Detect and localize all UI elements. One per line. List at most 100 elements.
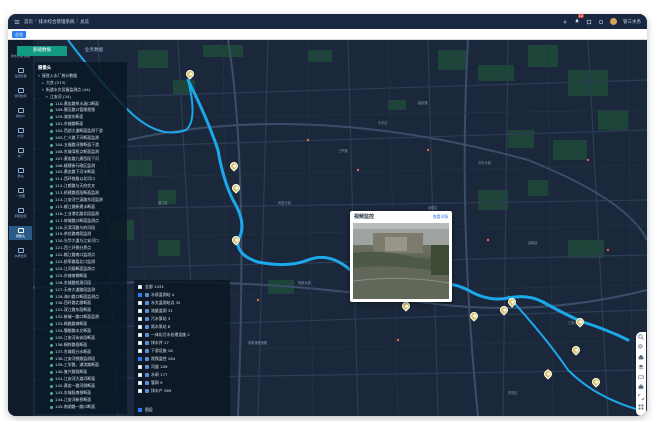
tree-item[interactable]: 103-仁义路下河断面监测 bbox=[35, 135, 127, 142]
tree-item[interactable]: 126-东城路检测河段 bbox=[35, 280, 127, 287]
refresh-icon[interactable] bbox=[598, 19, 604, 25]
breadcrumb-system[interactable]: 排水综合管理系统 bbox=[39, 19, 75, 25]
tree-item[interactable]: 132-新城一路口断面监测 bbox=[35, 314, 127, 321]
tree-item[interactable]: 118-天湾河路与府河段 bbox=[35, 225, 127, 232]
tree-item[interactable]: 124-江河段断面监测点 bbox=[35, 266, 127, 273]
tree-item[interactable]: 101-东城路断面 bbox=[35, 121, 127, 128]
sidebar-item-facility[interactable]: 设施管理 bbox=[9, 66, 32, 80]
tree-item[interactable]: 135-江安河永安段断面 bbox=[35, 335, 127, 342]
tree-item[interactable]: 137-东城段分水断面 bbox=[35, 349, 127, 356]
legend-checkbox[interactable] bbox=[138, 317, 142, 321]
legend-footer[interactable]: 图层 bbox=[138, 407, 153, 413]
fullscreen-map-button[interactable] bbox=[636, 392, 646, 402]
zoom-out-button[interactable] bbox=[636, 342, 646, 352]
print-button[interactable] bbox=[636, 382, 646, 392]
legend-checkbox[interactable] bbox=[138, 301, 142, 305]
zoom-in-button[interactable] bbox=[636, 332, 646, 342]
legend-item[interactable]: 排水户 369 bbox=[138, 387, 226, 395]
sidebar-item-monitoring[interactable]: 管网监测 bbox=[9, 86, 32, 100]
legend-item[interactable]: 河道 109 bbox=[138, 363, 226, 371]
tree-item[interactable]: 120-光华大道与江安河口 bbox=[35, 238, 127, 245]
home-button[interactable] bbox=[636, 352, 646, 362]
tree-item[interactable]: 107-黄忠路九建西段下河 bbox=[35, 156, 127, 163]
tree-item[interactable]: 104-五福路河侧断面下游 bbox=[35, 142, 127, 149]
tree-item[interactable]: 134-蜀都路水文断面 bbox=[35, 328, 127, 335]
legend-item[interactable]: 流量监测 31 bbox=[138, 307, 226, 315]
tree-item[interactable]: 139-工学路、湖滨路断面 bbox=[35, 362, 127, 369]
legend-item[interactable]: 水文监测站点 32 bbox=[138, 299, 226, 307]
sidebar-item-video[interactable]: 视频监控 bbox=[9, 206, 32, 220]
legend-item[interactable]: 雨水泵站 8 bbox=[138, 323, 226, 331]
tree-item[interactable]: ▾ 江安河 (34) bbox=[35, 94, 127, 101]
tree-item[interactable]: 109-蜀汉路口管理视频 bbox=[35, 107, 127, 114]
tree-item[interactable]: 138-江安河铁路监测段 bbox=[35, 356, 127, 363]
tree-item[interactable]: 123-桥亭路段北口监测 bbox=[35, 259, 127, 266]
tree-item[interactable]: 116-工业港北路北段监测 bbox=[35, 211, 127, 218]
tree-item[interactable]: 145-南湖路一路口断面 bbox=[35, 404, 127, 411]
legend-checkbox[interactable] bbox=[138, 341, 142, 345]
legend-item[interactable]: 排水井 17 bbox=[138, 339, 226, 347]
legend-item[interactable]: 水闸 177 bbox=[138, 371, 226, 379]
tree-item[interactable]: ▾ 街道水文设备监测点 (44) bbox=[35, 87, 127, 94]
legend-item[interactable]: 一体化污水处理设施 2 bbox=[138, 331, 226, 339]
tree-item[interactable]: 119-茶花路南段监测 bbox=[35, 231, 127, 238]
legend-checkbox[interactable] bbox=[138, 357, 142, 361]
tree-item[interactable]: 112-江都路与天府交叉 bbox=[35, 183, 127, 190]
popup-details-link[interactable]: 查看详情 bbox=[433, 214, 448, 220]
legend-checkbox[interactable] bbox=[138, 293, 142, 297]
tree-item[interactable]: 130-西环路北侧断面 bbox=[35, 300, 127, 307]
tree-item[interactable]: 128-海川路口断面监测点 bbox=[35, 294, 127, 301]
legend-checkbox[interactable] bbox=[138, 309, 142, 313]
legend-item[interactable]: 管网 9 bbox=[138, 379, 226, 387]
tree-item[interactable]: 141-江安河大渡河断面 bbox=[35, 376, 127, 383]
tree-item[interactable]: 117-府城路口断面监测点 bbox=[35, 218, 127, 225]
menu-icon[interactable] bbox=[14, 19, 20, 25]
expand-icon[interactable] bbox=[562, 19, 568, 25]
tree-item[interactable]: 114-江安河兰溪路东段监测 bbox=[35, 197, 127, 204]
legend-checkbox[interactable] bbox=[138, 373, 142, 377]
breadcrumb-home[interactable]: 首页 bbox=[24, 19, 33, 25]
tree-item[interactable]: ▸ 大良 (573) bbox=[35, 80, 127, 87]
tree-item[interactable]: ▾ 接驳入水厂统计数据 bbox=[35, 73, 127, 80]
legend-checkbox[interactable] bbox=[138, 381, 142, 385]
legend-checkbox[interactable] bbox=[138, 325, 142, 329]
measure-button[interactable] bbox=[636, 372, 646, 382]
sidebar-item-camera[interactable]: 摄像头 bbox=[9, 226, 32, 240]
tab-overview[interactable]: 总览 bbox=[12, 30, 26, 38]
legend-checkbox[interactable] bbox=[138, 285, 142, 289]
sidebar-item-water-quality[interactable]: 水质监测 bbox=[9, 246, 32, 260]
tree-item[interactable]: 108-东城湾桥点断面监测 bbox=[35, 149, 127, 156]
notification-button[interactable]: 12 bbox=[574, 14, 584, 26]
tree-item[interactable]: 129-湖滨东断面 bbox=[35, 114, 127, 121]
tree-item[interactable]: 142-黄忠一路河侧断面 bbox=[35, 383, 127, 390]
legend-item[interactable]: 下游设施 16 bbox=[138, 347, 226, 355]
sidebar-item-pump[interactable]: 泵站 bbox=[9, 166, 32, 180]
tree-item[interactable]: 115-顺江路新建水断面 bbox=[35, 204, 127, 211]
legend-checkbox[interactable] bbox=[138, 349, 142, 353]
sidebar-item-households[interactable]: 排水户 bbox=[9, 106, 32, 120]
legend-item[interactable]: 视频监控 184 bbox=[138, 355, 226, 363]
legend-checkbox[interactable] bbox=[138, 389, 142, 393]
legend-item[interactable]: 全部 1431 bbox=[138, 283, 226, 291]
tree-item[interactable]: 143-东城段南侧断面 bbox=[35, 390, 127, 397]
tree-item[interactable]: 102-西部大道断面监测下游 bbox=[35, 128, 127, 135]
legend-checkbox[interactable] bbox=[138, 333, 142, 337]
tab-business-data[interactable]: 业务数据 bbox=[69, 46, 119, 56]
sidebar-item-map[interactable]: 一张图 bbox=[9, 186, 32, 200]
layers-button[interactable] bbox=[636, 362, 646, 372]
tree-item[interactable]: 144-江安河新桥断面 bbox=[35, 397, 127, 404]
tree-item[interactable]: 125-东城南侧断面 bbox=[35, 273, 127, 280]
tree-item[interactable]: 105-黄忠路下河水断面 bbox=[35, 169, 127, 176]
fullscreen-icon[interactable] bbox=[586, 19, 592, 25]
legend-checkbox[interactable] bbox=[138, 365, 142, 369]
avatar[interactable] bbox=[610, 18, 617, 25]
tree-item[interactable]: 110-黄忠路杀水涵口断面 bbox=[35, 101, 127, 108]
tree-item[interactable]: 136-桐梓路段断面 bbox=[35, 342, 127, 349]
tree-item[interactable]: 113-桥建路西段断面监测 bbox=[35, 190, 127, 197]
tree-item[interactable]: 122-顺江路南口监测点 bbox=[35, 252, 127, 259]
legend-item[interactable]: 水质监测站 4 bbox=[138, 291, 226, 299]
user-name[interactable]: 管三水务 bbox=[623, 19, 641, 25]
tab-basic-data[interactable]: 基础数据 bbox=[17, 46, 67, 56]
tree-item[interactable]: 106-顺建街行政区监测 bbox=[35, 163, 127, 170]
tree-item[interactable]: 121-西三环侧分界点 bbox=[35, 245, 127, 252]
